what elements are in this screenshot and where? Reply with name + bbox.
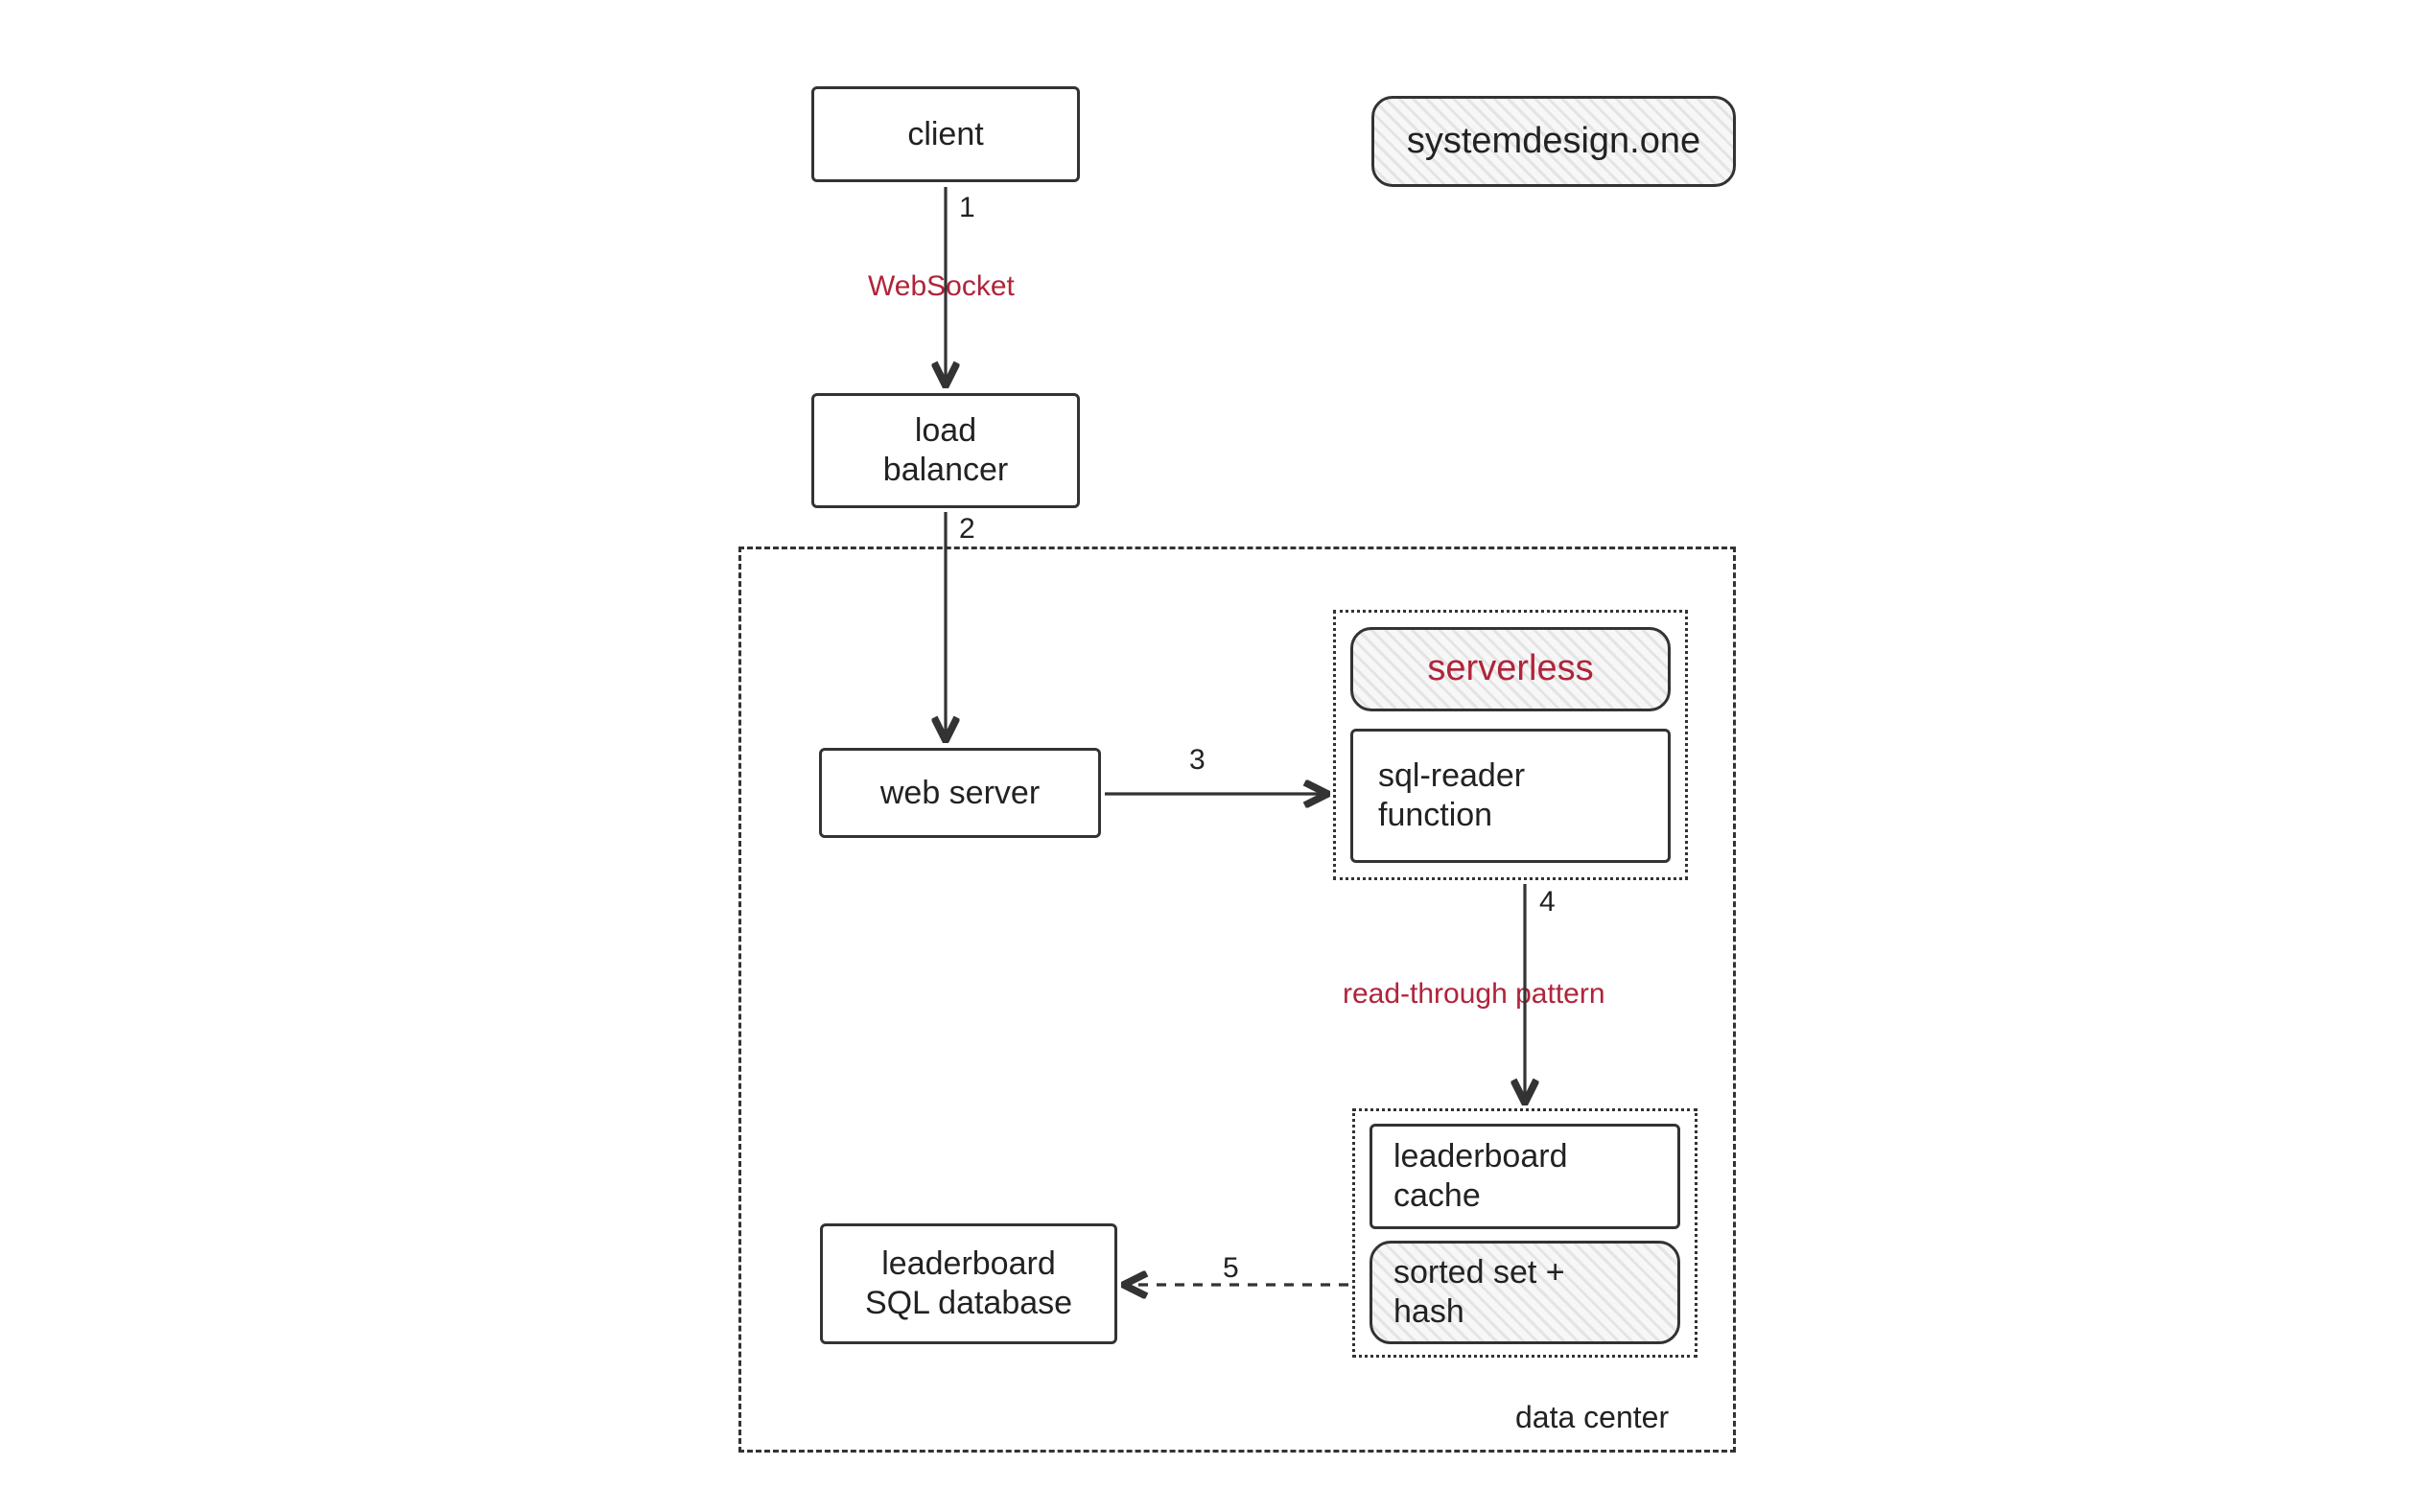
edge-5-num: 5: [1223, 1252, 1239, 1285]
edge-1-label: WebSocket: [868, 270, 1015, 303]
edge-1-num: 1: [959, 192, 975, 224]
edge-4-num: 4: [1539, 886, 1556, 919]
edge-2-num: 2: [959, 513, 975, 546]
group-data-center-label: data center: [1515, 1400, 1669, 1435]
node-client: client: [811, 86, 1080, 182]
edge-3-num: 3: [1189, 744, 1206, 777]
diagram-stage: data center systemdesign.one client load…: [0, 0, 2435, 1512]
node-serverless: serverless: [1350, 627, 1671, 711]
node-sorted-set-hash: sorted set + hash: [1370, 1241, 1680, 1344]
node-sql-reader-function: sql-reader function: [1350, 729, 1671, 863]
node-web-server: web server: [819, 748, 1101, 838]
brand-badge: systemdesign.one: [1371, 96, 1736, 187]
node-leaderboard-sql-db: leaderboard SQL database: [820, 1223, 1117, 1344]
node-load-balancer: load balancer: [811, 393, 1080, 508]
node-leaderboard-cache: leaderboard cache: [1370, 1124, 1680, 1229]
edge-4-label: read-through pattern: [1343, 978, 1605, 1011]
